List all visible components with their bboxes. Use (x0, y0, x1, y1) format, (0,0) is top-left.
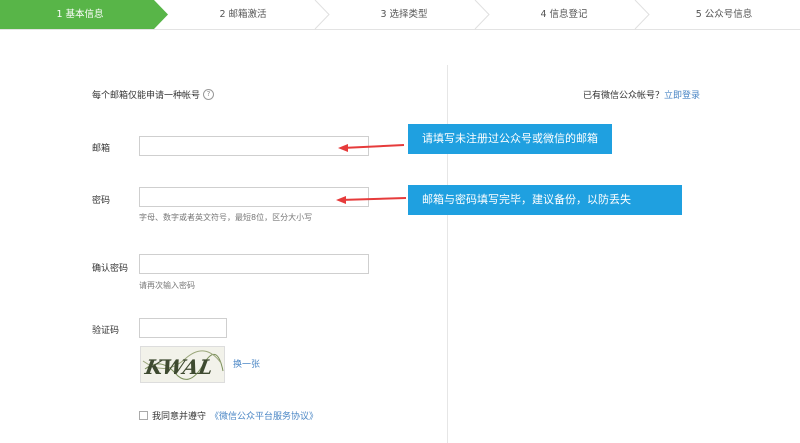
captcha-text: KWAL (142, 355, 215, 379)
password-tip-callout: 邮箱与密码填写完毕，建议备份，以防丢失 (408, 185, 682, 215)
confirm-password-label: 确认密码 (92, 264, 129, 274)
step-progress-bar: 1 基本信息 2 邮箱激活 3 选择类型 4 信息登记 5 公众号信息 (0, 0, 800, 30)
email-field[interactable] (139, 136, 369, 156)
have-account-text: 已有微信公众帐号？ (582, 91, 664, 101)
captcha-graphic: KWAL (142, 350, 224, 380)
agreement-link[interactable]: 《微信公众平台服务协议》 (210, 409, 318, 422)
password-label: 密码 (92, 196, 111, 206)
step-5: 5 公众号信息 (695, 9, 753, 20)
confirm-password-field[interactable] (139, 254, 369, 274)
login-link[interactable]: 立即登录 (664, 91, 700, 101)
refresh-captcha-link[interactable]: 换一张 (233, 357, 260, 370)
password-tip-arrow (336, 196, 407, 204)
help-question-icon[interactable]: ? (203, 89, 215, 100)
captcha-image: KWAL (140, 346, 225, 383)
email-tip-arrow (338, 144, 405, 152)
captcha-label: 验证码 (92, 326, 120, 336)
password-field[interactable] (139, 187, 369, 207)
panel-divider (447, 65, 448, 443)
agree-text: 我同意并遵守 (152, 412, 207, 422)
step-4: 4 信息登记 (540, 9, 588, 20)
step-3: 3 选择类型 (380, 9, 428, 20)
password-note: 字母、数字或者英文符号，最短8位，区分大小写 (139, 213, 313, 222)
form-hint: 每个邮箱仅能申请一种帐号 ? (92, 88, 215, 101)
step-1: 1 基本信息 (56, 9, 104, 20)
form-hint-text: 每个邮箱仅能申请一种帐号 (92, 91, 201, 101)
login-prompt: 已有微信公众帐号？立即登录 (583, 88, 700, 101)
email-tip-callout: 请填写未注册过公众号或微信的邮箱 (408, 124, 612, 154)
confirm-password-note: 请再次输入密码 (139, 281, 195, 290)
agree-checkbox[interactable] (139, 411, 148, 420)
email-label: 邮箱 (92, 144, 111, 154)
agreement-row: 我同意并遵守 《微信公众平台服务协议》 (139, 409, 318, 422)
step-2: 2 邮箱激活 (219, 9, 267, 20)
captcha-field[interactable] (139, 318, 227, 338)
